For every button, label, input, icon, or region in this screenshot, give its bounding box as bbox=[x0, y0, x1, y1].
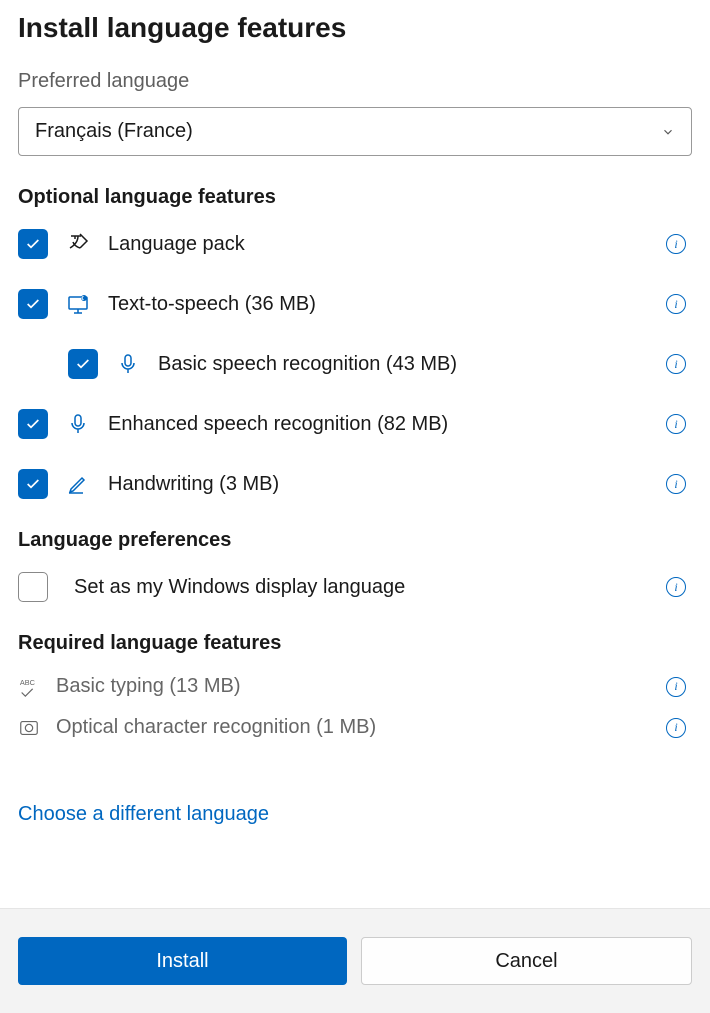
row-tts: Text-to-speech (36 MB) i bbox=[18, 289, 692, 319]
language-dropdown[interactable]: Français (France) bbox=[18, 107, 692, 156]
checkbox-language-pack[interactable] bbox=[18, 229, 48, 259]
chevron-down-icon bbox=[661, 125, 675, 139]
page-title: Install language features bbox=[18, 12, 692, 44]
optional-features-heading: Optional language features bbox=[18, 186, 692, 209]
language-dropdown-value: Français (France) bbox=[35, 120, 193, 143]
row-text: Handwriting (3 MB) bbox=[108, 473, 648, 496]
checkbox-basic-speech[interactable] bbox=[68, 349, 98, 379]
monitor-speech-icon bbox=[66, 292, 90, 316]
svg-text:ABC: ABC bbox=[20, 678, 36, 687]
row-basic-typing: ABC Basic typing (13 MB) i bbox=[18, 675, 692, 698]
row-text: Set as my Windows display language bbox=[70, 576, 644, 599]
checkbox-display-language[interactable] bbox=[18, 572, 48, 602]
row-language-pack: Language pack i bbox=[18, 229, 692, 259]
ocr-icon bbox=[18, 717, 40, 739]
cancel-button[interactable]: Cancel bbox=[361, 937, 692, 985]
checkbox-tts[interactable] bbox=[18, 289, 48, 319]
choose-different-language-link[interactable]: Choose a different language bbox=[18, 803, 269, 826]
info-icon[interactable]: i bbox=[666, 474, 686, 494]
info-icon[interactable]: i bbox=[666, 234, 686, 254]
handwriting-icon bbox=[66, 472, 90, 496]
required-features-heading: Required language features bbox=[18, 632, 692, 655]
row-ocr: Optical character recognition (1 MB) i bbox=[18, 716, 692, 739]
preferred-language-label: Preferred language bbox=[18, 70, 692, 93]
checkbox-enhanced-speech[interactable] bbox=[18, 409, 48, 439]
info-icon[interactable]: i bbox=[666, 577, 686, 597]
checkbox-handwriting[interactable] bbox=[18, 469, 48, 499]
row-handwriting: Handwriting (3 MB) i bbox=[18, 469, 692, 499]
language-preferences-heading: Language preferences bbox=[18, 529, 692, 552]
row-display-language: Set as my Windows display language i bbox=[18, 572, 692, 602]
row-enhanced-speech: Enhanced speech recognition (82 MB) i bbox=[18, 409, 692, 439]
language-icon bbox=[66, 232, 90, 256]
row-text: Basic speech recognition (43 MB) bbox=[158, 353, 648, 376]
row-text: Text-to-speech (36 MB) bbox=[108, 293, 648, 316]
info-icon[interactable]: i bbox=[666, 414, 686, 434]
info-icon[interactable]: i bbox=[666, 718, 686, 738]
row-text: Basic typing (13 MB) bbox=[56, 675, 650, 698]
row-text: Enhanced speech recognition (82 MB) bbox=[108, 413, 648, 436]
info-icon[interactable]: i bbox=[666, 354, 686, 374]
row-text: Language pack bbox=[108, 233, 648, 256]
install-button[interactable]: Install bbox=[18, 937, 347, 985]
dialog-footer: Install Cancel bbox=[0, 908, 710, 1013]
microphone-icon bbox=[66, 412, 90, 436]
row-basic-speech: Basic speech recognition (43 MB) i bbox=[18, 349, 692, 379]
microphone-icon bbox=[116, 352, 140, 376]
info-icon[interactable]: i bbox=[666, 294, 686, 314]
typing-icon: ABC bbox=[18, 676, 40, 698]
row-text: Optical character recognition (1 MB) bbox=[56, 716, 650, 739]
info-icon[interactable]: i bbox=[666, 677, 686, 697]
